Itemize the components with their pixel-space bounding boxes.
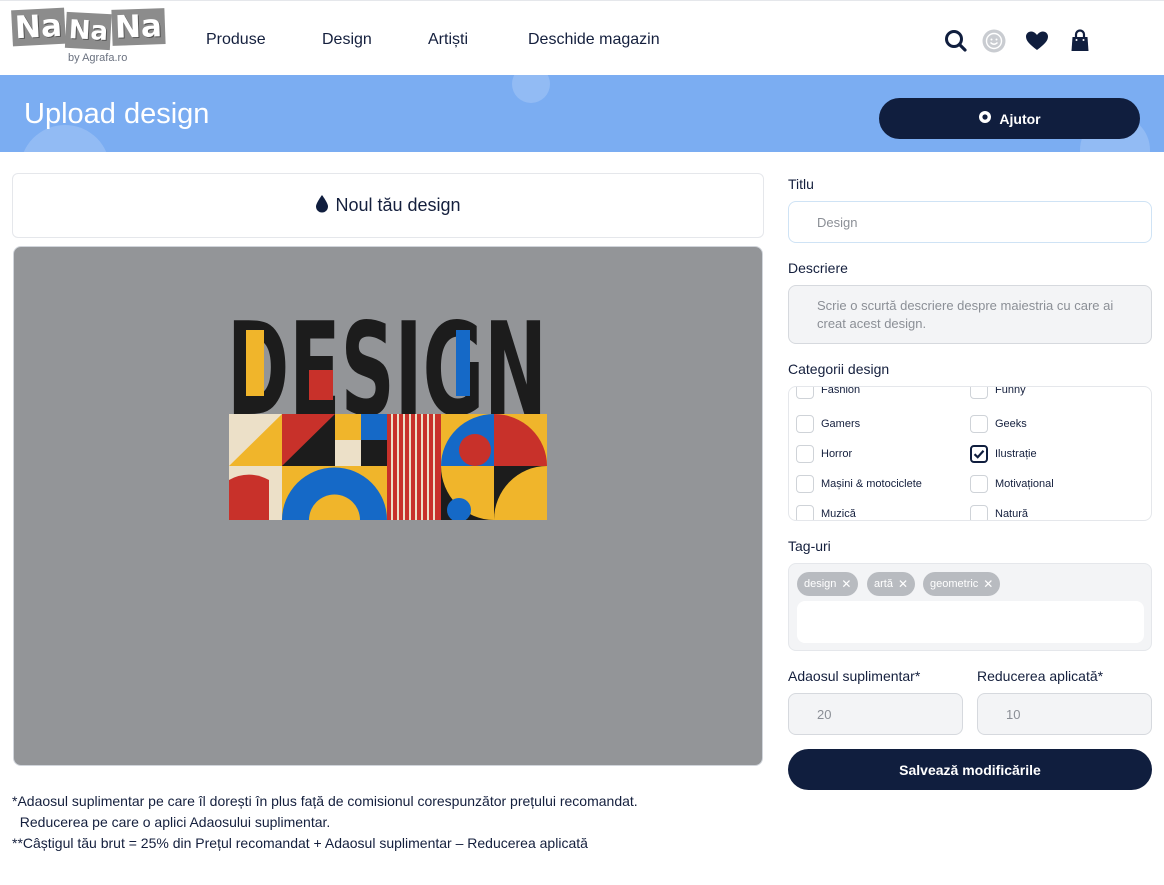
tag-label: artă bbox=[874, 578, 893, 590]
remove-tag-icon[interactable]: ✕ bbox=[841, 577, 851, 591]
category-natura[interactable]: Natură bbox=[970, 505, 1029, 520]
note-line: *Adaosul suplimentar pe care îl dorești … bbox=[12, 793, 638, 809]
logo-letter: Na bbox=[64, 11, 112, 51]
category-horror[interactable]: Horror bbox=[796, 445, 852, 463]
category-gamers[interactable]: Gamers bbox=[796, 415, 860, 433]
category-motivational[interactable]: Motivațional bbox=[970, 475, 1054, 493]
checkbox[interactable] bbox=[970, 475, 988, 493]
category-funny[interactable]: Funny bbox=[970, 386, 1026, 399]
logo-letter: Na bbox=[111, 8, 166, 46]
markup-input[interactable]: 20 bbox=[788, 693, 963, 735]
category-label: Mașini & motociclete bbox=[821, 478, 922, 490]
save-button[interactable]: Salvează modificările bbox=[788, 749, 1152, 790]
categories-list[interactable]: Fashion Funny Gamers Geeks Horror Ilustr… bbox=[788, 386, 1152, 521]
help-button-label: Ajutor bbox=[999, 110, 1041, 127]
description-textarea[interactable]: Scrie o scurtă descriere despre maiestri… bbox=[788, 285, 1152, 344]
checkbox-checked[interactable] bbox=[970, 445, 988, 463]
checkbox[interactable] bbox=[970, 387, 988, 399]
tag-label: geometric bbox=[930, 578, 979, 590]
checkbox[interactable] bbox=[970, 415, 988, 433]
checkbox[interactable] bbox=[796, 475, 814, 493]
checkbox[interactable] bbox=[970, 505, 988, 520]
remove-tag-icon[interactable]: ✕ bbox=[898, 577, 908, 591]
page-title: Upload design bbox=[24, 98, 210, 130]
note-line: **Câștigul tău brut = 25% din Prețul rec… bbox=[12, 835, 588, 851]
category-muzica[interactable]: Muzică bbox=[796, 505, 856, 520]
category-label: Motivațional bbox=[995, 478, 1054, 490]
nav-produse[interactable]: Produse bbox=[206, 31, 266, 49]
category-label: Gamers bbox=[821, 418, 861, 430]
checkbox[interactable] bbox=[796, 387, 814, 399]
decor-bubble bbox=[512, 75, 550, 103]
pricing-notes: *Adaosul suplimentar pe care îl dorești … bbox=[12, 791, 638, 854]
category-label: Horror bbox=[821, 448, 853, 460]
logo-letter: Na bbox=[11, 7, 66, 47]
category-label: Fashion bbox=[821, 386, 861, 396]
checkmark-icon bbox=[973, 450, 985, 459]
help-icon bbox=[978, 110, 992, 127]
tag-label: design bbox=[804, 578, 837, 590]
category-label: Geeks bbox=[995, 418, 1027, 430]
categories-label: Categorii design bbox=[788, 361, 890, 377]
category-ilustratie[interactable]: Ilustrație bbox=[970, 445, 1037, 463]
shopping-bag-icon[interactable] bbox=[1067, 28, 1093, 54]
discount-label: Reducerea aplicată* bbox=[977, 668, 1104, 684]
checkbox[interactable] bbox=[796, 505, 814, 520]
description-label: Descriere bbox=[788, 260, 848, 276]
tag-chip: geometric ✕ bbox=[923, 572, 1001, 596]
category-label: Ilustrație bbox=[995, 448, 1037, 460]
design-heading: Noul tău design bbox=[335, 195, 461, 215]
nav-design[interactable]: Design bbox=[322, 31, 372, 49]
discount-input[interactable]: 10 bbox=[977, 693, 1152, 735]
tag-input[interactable] bbox=[797, 601, 1144, 643]
category-fashion[interactable]: Fashion bbox=[796, 386, 861, 399]
drop-icon bbox=[315, 194, 329, 218]
category-geeks[interactable]: Geeks bbox=[970, 415, 1027, 433]
account-smiley-icon[interactable] bbox=[981, 28, 1007, 54]
search-icon[interactable] bbox=[943, 28, 969, 54]
nav-artisti[interactable]: Artiști bbox=[428, 31, 468, 49]
tag-chip: design ✕ bbox=[797, 572, 859, 596]
heart-icon[interactable] bbox=[1024, 28, 1050, 54]
remove-tag-icon[interactable]: ✕ bbox=[983, 577, 993, 591]
logo-subtitle: by Agrafa.ro bbox=[68, 52, 128, 64]
markup-label: Adaosul suplimentar* bbox=[788, 668, 921, 684]
category-label: Natură bbox=[995, 508, 1029, 520]
logo-wordmark: Na Na Na bbox=[11, 7, 166, 51]
tags-field[interactable]: design ✕ artă ✕ geometric ✕ bbox=[788, 563, 1152, 651]
category-label: Muzică bbox=[821, 508, 856, 520]
checkbox[interactable] bbox=[796, 415, 814, 433]
tag-chip: artă ✕ bbox=[867, 572, 916, 596]
category-masini-motociclete[interactable]: Mașini & motociclete bbox=[796, 475, 922, 493]
note-line: Reducerea pe care o aplici Adaosului sup… bbox=[12, 814, 331, 830]
design-heading-card: Noul tău design bbox=[12, 173, 764, 238]
checkbox[interactable] bbox=[796, 445, 814, 463]
title-input[interactable]: Design bbox=[788, 201, 1152, 243]
design-artwork: DESIGN bbox=[229, 310, 547, 520]
page-banner: Upload design Ajutor bbox=[0, 75, 1164, 152]
nav-deschide-magazin[interactable]: Deschide magazin bbox=[528, 31, 660, 49]
logo[interactable]: Na Na Na by Agrafa.ro bbox=[11, 7, 166, 67]
title-label: Titlu bbox=[788, 176, 814, 192]
help-button[interactable]: Ajutor bbox=[879, 98, 1140, 139]
category-label: Funny bbox=[995, 386, 1026, 396]
site-header: Na Na Na by Agrafa.ro Produse Design Art… bbox=[0, 0, 1164, 75]
tags-label: Tag-uri bbox=[788, 538, 831, 554]
